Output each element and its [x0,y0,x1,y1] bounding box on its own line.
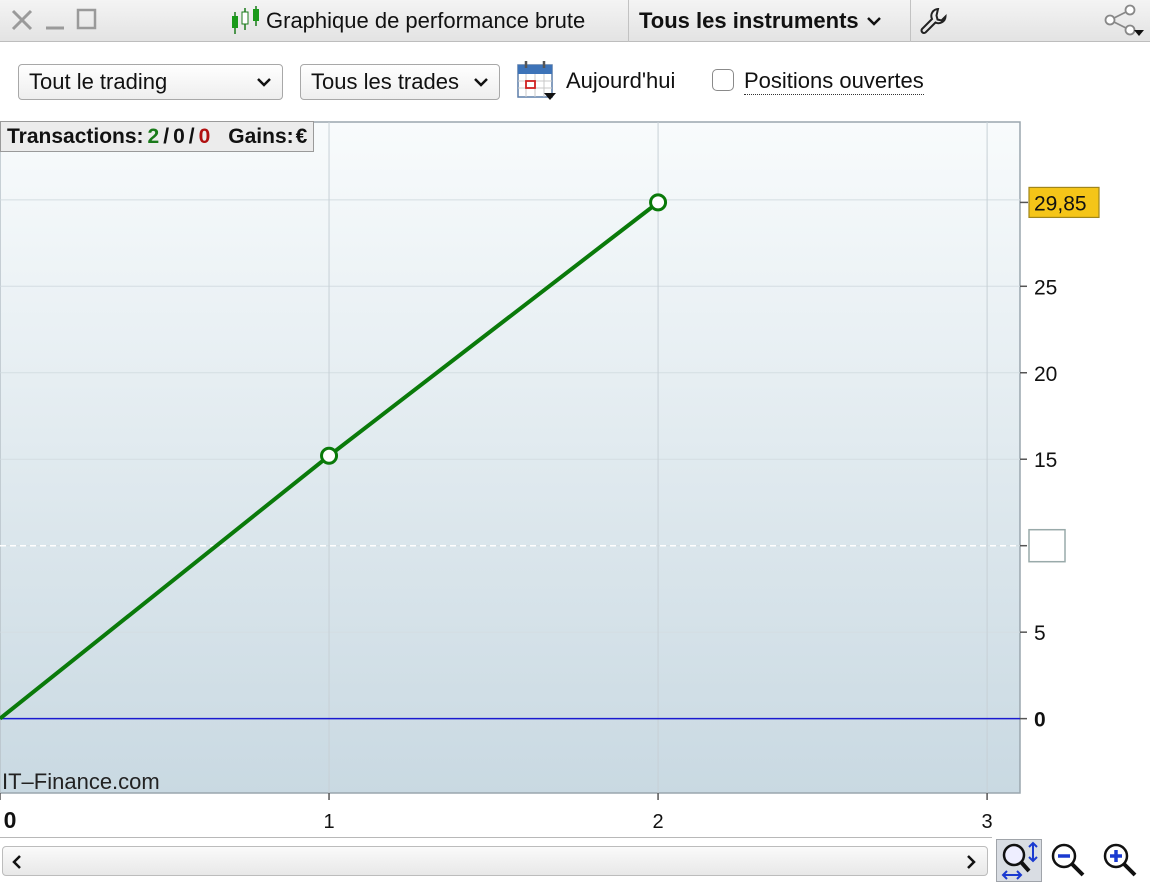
scrollbar-track[interactable] [2,846,988,876]
data-point [320,446,339,465]
zoom-in-button[interactable] [1098,839,1144,882]
y-tick-label: 20 [1034,363,1057,386]
filter-toolbar: Tout le trading Tous les trades Aujourd'… [0,42,1150,120]
y-tick-label: 0 [1034,709,1046,732]
share-icon[interactable] [1102,4,1146,38]
x-tick-label: 1 [323,811,334,833]
instrument-selector[interactable]: Tous les instruments [639,0,883,42]
open-positions-label[interactable]: Positions ouvertes [744,68,924,95]
trading-select-value: Tout le trading [29,69,168,94]
horizontal-scrollbar[interactable] [0,837,992,882]
transactions-winning-count: 2 [147,124,160,148]
date-label[interactable]: Aujourd'hui [566,68,675,94]
chevron-down-icon [257,78,271,87]
close-icon[interactable] [10,8,34,32]
transactions-label: Transactions: [7,124,144,148]
calendar-icon[interactable] [516,60,558,102]
title-separator [910,0,911,42]
transactions-losing-count: 0 [198,124,211,148]
x-tick-label: 2 [653,811,664,833]
performance-chart-window: Graphique de performance brute Tous les … [0,0,1150,882]
zoom-in-icon [1103,843,1137,876]
zoom-out-button[interactable] [1046,839,1092,882]
gains-label: Gains: [228,124,294,148]
chart-title-segment: Graphique de performance brute [230,0,585,42]
trades-select[interactable]: Tous les trades [300,64,500,100]
zoom-fit-icon [1001,841,1038,880]
y-tick-label: 25 [1034,276,1057,299]
trading-select[interactable]: Tout le trading [18,64,283,100]
x-tick-label: 0 [4,807,17,833]
y-tick-label: 15 [1034,449,1057,472]
transactions-neutral-count: 0 [173,124,185,148]
transactions-separator: / [163,124,170,148]
title-separator [628,0,629,42]
wrench-icon[interactable] [918,6,948,36]
maximize-icon[interactable] [76,8,98,32]
minimize-icon[interactable] [44,8,66,32]
zoom-fit-button[interactable] [996,839,1042,882]
gains-currency: € [295,124,308,148]
title-bar: Graphique de performance brute Tous les … [0,0,1150,42]
data-point [649,193,668,212]
chevron-down-icon [866,17,881,26]
performance-line-chart[interactable]: 0510152025 0123 29,85 [0,120,1150,837]
x-tick-label: 3 [982,811,993,833]
y-tick-label: 10 [1033,536,1056,559]
watermark: IT–Finance.com [2,769,160,794]
zoom-out-icon [1051,843,1085,876]
scroll-left-icon[interactable] [9,853,25,871]
transactions-summary: Transactions: 2 / 0 / 0 Gains: € [0,121,315,152]
plot-area [0,121,1021,794]
last-value-label: 29,85 [1034,192,1087,215]
instrument-selector-label: Tous les instruments [639,8,859,33]
trades-select-value: Tous les trades [311,69,459,94]
candlestick-icon [232,6,259,34]
chevron-down-icon [474,78,488,87]
y-tick-label: 5 [1034,622,1046,645]
chart-title: Graphique de performance brute [266,8,586,33]
scroll-right-icon[interactable] [963,853,979,871]
open-positions-checkbox[interactable] [712,69,734,91]
transactions-separator: / [188,124,195,148]
